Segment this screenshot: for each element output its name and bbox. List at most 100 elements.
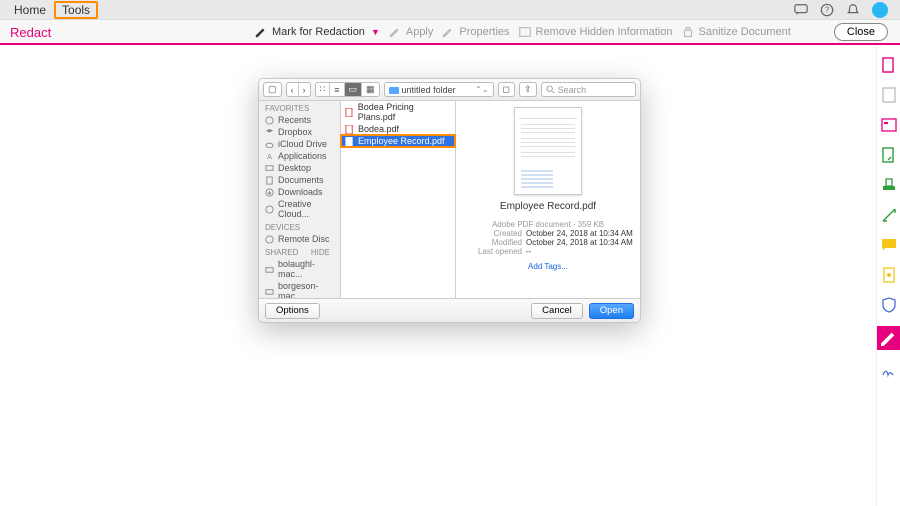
file-column: Bodea Pricing Plans.pdf Bodea.pdf Employ… xyxy=(341,101,456,298)
ribbon-tools: Mark for Redaction▼ Apply Properties Rem… xyxy=(254,25,791,39)
options-button[interactable]: Options xyxy=(265,303,320,319)
file-row[interactable]: Bodea Pricing Plans.pdf xyxy=(341,101,455,123)
form-icon[interactable] xyxy=(880,116,898,134)
sb-label: Applications xyxy=(278,151,327,161)
meta-key: Created xyxy=(462,229,522,238)
preview-column: Employee Record.pdf Adobe PDF document -… xyxy=(456,101,640,298)
cancel-button[interactable]: Cancel xyxy=(531,303,583,319)
search-placeholder: Search xyxy=(558,85,587,95)
apply-icon xyxy=(388,25,402,39)
sidebar-item-dropbox[interactable]: Dropbox xyxy=(259,126,340,138)
comment-icon[interactable] xyxy=(880,236,898,254)
sidebar-item-documents[interactable]: Documents xyxy=(259,174,340,186)
sidebar-head-shared: Shared Hide xyxy=(259,245,340,258)
mark-for-redaction-button[interactable]: Mark for Redaction▼ xyxy=(254,25,380,39)
top-menubar: Home Tools ? xyxy=(0,0,900,20)
sb-label: Desktop xyxy=(278,163,311,173)
sidebar-item-creative-cloud[interactable]: Creative Cloud... xyxy=(259,198,340,220)
help-icon[interactable]: ? xyxy=(820,3,834,17)
sidebar-head-favorites: Favorites xyxy=(259,101,340,114)
sidebar-item-desktop[interactable]: Desktop xyxy=(259,162,340,174)
bell-icon[interactable] xyxy=(846,3,860,17)
ribbon-accent xyxy=(0,43,900,45)
file-row[interactable]: Bodea.pdf xyxy=(341,123,455,135)
menu-tools[interactable]: Tools xyxy=(54,1,98,19)
tag-button[interactable]: ◻ xyxy=(498,82,515,97)
pdf-icon[interactable] xyxy=(880,56,898,74)
open-button[interactable]: Open xyxy=(589,303,634,319)
measure-icon[interactable] xyxy=(880,206,898,224)
file-name: Bodea Pricing Plans.pdf xyxy=(358,102,451,122)
folder-dropdown[interactable]: untitled folder ⌃⌄ xyxy=(384,82,494,97)
apply-button[interactable]: Apply xyxy=(388,25,434,39)
dialog-sidebar: Favorites Recents Dropbox iCloud Drive A… xyxy=(259,101,341,298)
right-tool-strip xyxy=(876,46,900,506)
properties-icon xyxy=(441,25,455,39)
view-mode-segment[interactable]: ∷≡▭▦ xyxy=(315,82,380,97)
meta-val: -- xyxy=(526,247,531,256)
sign-icon[interactable] xyxy=(880,362,898,380)
preview-meta: Adobe PDF document - 359 KB Created Octob… xyxy=(462,220,634,256)
sanitize-button[interactable]: Sanitize Document xyxy=(681,25,791,39)
apply-label: Apply xyxy=(406,26,434,38)
sidebar-item-shared-2[interactable]: borgeson-mac... xyxy=(259,280,340,298)
share-button[interactable]: ⇪ xyxy=(519,82,537,97)
menubar-right: ? xyxy=(794,2,894,18)
pdf-file-icon xyxy=(345,125,354,134)
protect-icon[interactable] xyxy=(880,266,898,284)
meta-key: Modified xyxy=(462,238,522,247)
preview-filename: Employee Record.pdf xyxy=(500,201,596,212)
sidebar-item-icloud[interactable]: iCloud Drive xyxy=(259,138,340,150)
search-input[interactable]: Search xyxy=(541,82,636,97)
ribbon-label: Redact xyxy=(0,25,61,40)
svg-text:A: A xyxy=(267,152,272,161)
file-row-selected[interactable]: Employee Record.pdf xyxy=(341,135,455,147)
marker-icon xyxy=(254,25,268,39)
sb-label: Recents xyxy=(278,115,311,125)
sb-label: borgeson-mac... xyxy=(278,281,334,298)
shield-icon[interactable] xyxy=(880,296,898,314)
open-dialog: ▢ ‹› ∷≡▭▦ untitled folder ⌃⌄ ◻ ⇪ Search … xyxy=(258,78,641,323)
preview-kind: Adobe PDF document - 359 KB xyxy=(462,220,634,229)
dialog-toolbar: ▢ ‹› ∷≡▭▦ untitled folder ⌃⌄ ◻ ⇪ Search xyxy=(259,79,640,101)
sanitize-label: Sanitize Document xyxy=(699,26,791,38)
chat-icon[interactable] xyxy=(794,3,808,17)
shared-label: Shared xyxy=(265,248,298,257)
add-tags-link[interactable]: Add Tags... xyxy=(528,262,568,271)
stamp-icon[interactable] xyxy=(880,176,898,194)
sidebar-item-recents[interactable]: Recents xyxy=(259,114,340,126)
meta-val: October 24, 2018 at 10:34 AM xyxy=(526,229,633,238)
sb-label: bolaughl-mac... xyxy=(278,259,334,279)
sb-label: Remote Disc xyxy=(278,234,330,244)
sidebar-item-applications[interactable]: A Applications xyxy=(259,150,340,162)
file-name: Bodea.pdf xyxy=(358,124,399,134)
menu-home[interactable]: Home xyxy=(6,1,54,19)
close-button[interactable]: Close xyxy=(834,23,888,41)
dialog-body: Favorites Recents Dropbox iCloud Drive A… xyxy=(259,101,640,298)
sidebar-item-shared-1[interactable]: bolaughl-mac... xyxy=(259,258,340,280)
export-icon[interactable] xyxy=(880,86,898,104)
remove-hidden-button[interactable]: Remove Hidden Information xyxy=(518,25,673,39)
avatar[interactable] xyxy=(872,2,888,18)
meta-key: Last opened xyxy=(462,247,522,256)
redact-pen-icon[interactable] xyxy=(877,326,900,350)
sb-label: iCloud Drive xyxy=(278,139,327,149)
sb-label: Documents xyxy=(278,175,324,185)
sidebar-item-downloads[interactable]: Downloads xyxy=(259,186,340,198)
sidebar-item-remote-disc[interactable]: Remote Disc xyxy=(259,233,340,245)
remove-hidden-label: Remove Hidden Information xyxy=(536,26,673,38)
svg-text:?: ? xyxy=(825,5,830,14)
properties-button[interactable]: Properties xyxy=(441,25,509,39)
create-icon[interactable] xyxy=(880,146,898,164)
sb-label: Dropbox xyxy=(278,127,312,137)
nav-back-forward[interactable]: ‹› xyxy=(286,82,311,97)
folder-icon xyxy=(389,85,399,95)
meta-val: October 24, 2018 at 10:34 AM xyxy=(526,238,633,247)
file-name: Employee Record.pdf xyxy=(358,136,445,146)
folder-name: untitled folder xyxy=(402,85,456,95)
hide-link[interactable]: Hide xyxy=(311,248,330,257)
chevron-down-icon: ▼ xyxy=(371,27,380,37)
dialog-footer: Options Cancel Open xyxy=(259,298,640,322)
sidebar-toggle[interactable]: ▢ xyxy=(263,82,282,97)
redact-ribbon: Redact Mark for Redaction▼ Apply Propert… xyxy=(0,20,900,45)
